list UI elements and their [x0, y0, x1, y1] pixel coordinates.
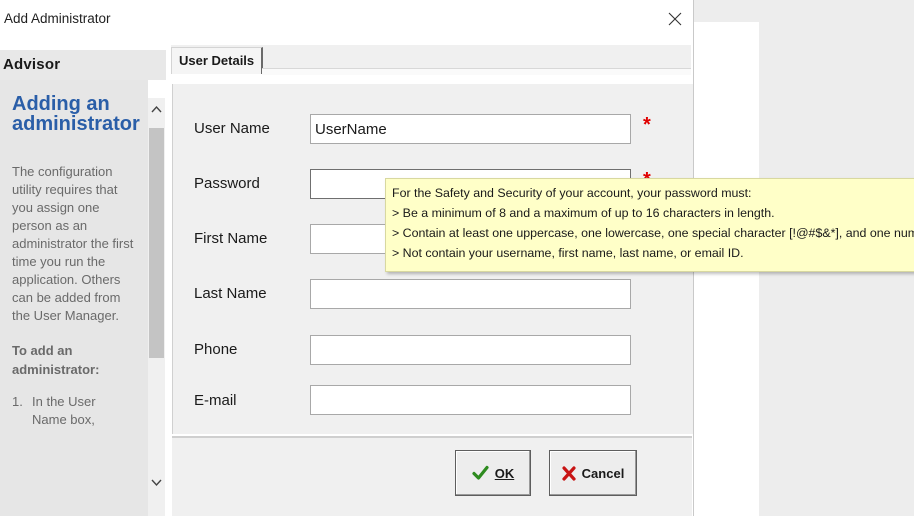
advisor-title: Adding an administrator: [12, 93, 140, 135]
step-text: In the User Name box,: [32, 394, 96, 427]
advisor-scrollbar[interactable]: [148, 98, 165, 516]
tooltip-line: > Be a minimum of 8 and a maximum of up …: [392, 206, 775, 220]
button-bar: OK Cancel: [172, 438, 692, 516]
ok-label: OK: [494, 465, 515, 481]
scroll-up-button[interactable]: [148, 102, 165, 118]
tooltip-line: For the Safety and Security of your acco…: [392, 186, 752, 200]
first-name-label: First Name: [194, 230, 268, 247]
tab-user-details[interactable]: User Details: [171, 47, 264, 74]
window-title: Add Administrator: [4, 11, 111, 26]
last-name-input[interactable]: [310, 279, 631, 309]
advisor-panel: Adding an administrator The configuratio…: [0, 80, 148, 516]
advisor-heading: Advisor: [3, 56, 61, 73]
advisor-step: 1. In the User Name box,: [12, 393, 142, 429]
password-label: Password: [194, 175, 260, 192]
email-label: E-mail: [194, 392, 237, 409]
user-name-label: User Name: [194, 120, 270, 137]
title-bar: Add Administrator: [0, 0, 693, 38]
password-requirements-tooltip: For the Safety and Security of your acco…: [385, 178, 914, 272]
close-icon: [668, 12, 682, 26]
advisor-header: Advisor: [0, 50, 166, 80]
advisor-paragraph: The configuration utility requires that …: [12, 164, 134, 323]
tooltip-line: > Not contain your username, first name,…: [392, 246, 744, 260]
close-button[interactable]: [660, 4, 690, 34]
tooltip-line: > Contain at least one uppercase, one lo…: [392, 226, 914, 240]
user-name-input[interactable]: [310, 114, 631, 144]
tab-strip-line: [262, 68, 691, 75]
chevron-up-icon: [151, 105, 162, 113]
tab-label: User Details: [179, 53, 255, 68]
cancel-button[interactable]: Cancel: [549, 450, 637, 496]
last-name-label: Last Name: [194, 285, 267, 302]
required-marker: *: [643, 114, 651, 136]
phone-label: Phone: [194, 341, 238, 358]
scroll-thumb[interactable]: [149, 128, 164, 358]
step-number: 1.: [12, 394, 23, 409]
ok-button[interactable]: OK: [455, 450, 531, 496]
advisor-subheading: To add an administrator:: [12, 343, 100, 377]
phone-input[interactable]: [310, 335, 631, 365]
x-icon: [562, 465, 576, 481]
email-input[interactable]: [310, 385, 631, 415]
scroll-down-button[interactable]: [148, 474, 165, 490]
cancel-label: Cancel: [581, 465, 625, 481]
checkmark-icon: [472, 465, 489, 480]
chevron-down-icon: [151, 479, 162, 487]
advisor-content: Adding an administrator The configuratio…: [12, 94, 142, 429]
